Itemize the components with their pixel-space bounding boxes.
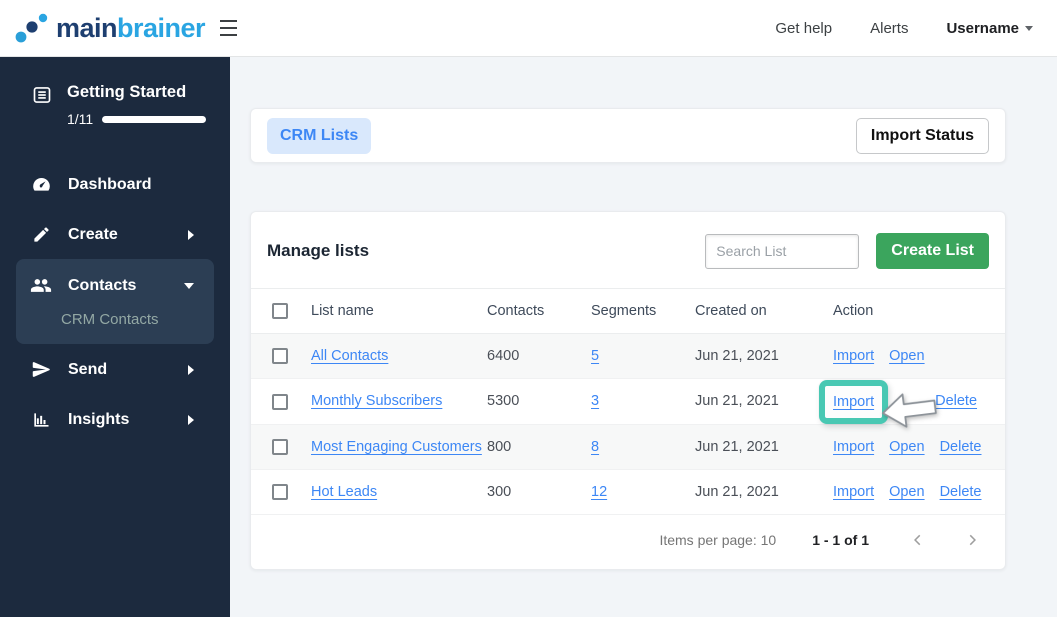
delete-action-link[interactable]: Delete [940, 439, 982, 455]
chevron-down-icon [1025, 25, 1033, 31]
username-menu[interactable]: Username [946, 20, 1033, 37]
alerts-link[interactable]: Alerts [870, 20, 908, 37]
open-action-link[interactable]: Open [889, 439, 924, 455]
created-on-date: Jun 21, 2021 [695, 378, 833, 425]
created-on-date: Jun 21, 2021 [695, 424, 833, 470]
get-help-link[interactable]: Get help [775, 20, 832, 37]
contacts-count: 300 [487, 469, 591, 515]
previous-page-button[interactable] [911, 533, 925, 547]
progress-count: 1/11 [67, 111, 94, 127]
table-row: Most Engaging Customers 800 8 Jun 21, 2021 I… [251, 424, 1005, 470]
sidebar-item-label: Dashboard [68, 175, 152, 193]
table-row: Monthly Subscribers 5300 3 Jun 21, 2021 Impo… [251, 378, 1005, 428]
list-name-link[interactable]: Hot Leads [311, 484, 377, 500]
pagination: Items per page: 10 1 - 1 of 1 [251, 515, 1005, 569]
row-checkbox[interactable] [272, 393, 288, 410]
select-all-checkbox[interactable] [272, 303, 288, 320]
next-page-button[interactable] [965, 533, 979, 547]
list-name-link[interactable]: All Contacts [311, 348, 388, 364]
sidebar-nav: Dashboard Create Contacts CRM Contacts S… [0, 159, 230, 445]
sidebar-item-insights[interactable]: Insights [0, 395, 230, 445]
create-list-button[interactable]: Create List [876, 233, 989, 269]
getting-started-label: Getting Started [67, 83, 187, 101]
segments-count-link[interactable]: 12 [591, 484, 607, 500]
pencil-icon [30, 225, 52, 244]
tab-crm-lists[interactable]: CRM Lists [267, 117, 372, 154]
chevron-right-icon [188, 415, 194, 425]
action-cell: Import Open [833, 333, 1005, 380]
hamburger-menu-icon[interactable] [220, 20, 242, 36]
import-action-link[interactable]: Import [833, 484, 874, 500]
table-row: Hot Leads 300 12 Jun 21, 2021 Import Open Dele… [251, 469, 1005, 515]
sidebar-item-label: Contacts [68, 276, 137, 294]
sidebar-item-label: Send [68, 360, 108, 378]
search-list-input[interactable] [705, 233, 860, 269]
sidebar-item-contacts[interactable]: Contacts [16, 259, 214, 307]
table-row: All Contacts 6400 5 Jun 21, 2021 Import Open [251, 333, 1005, 380]
action-cell: Import Delete [819, 378, 1005, 428]
logo-text: mainbrainer [56, 12, 206, 43]
open-action-link[interactable]: Open [889, 348, 924, 364]
created-on-date: Jun 21, 2021 [695, 469, 833, 515]
main-content: CRM Lists Import Status Manage lists Cre… [230, 57, 1057, 617]
progress-bar [102, 115, 207, 123]
open-action-link[interactable]: Open [889, 484, 924, 500]
created-on-date: Jun 21, 2021 [695, 333, 833, 380]
list-name-link[interactable]: Monthly Subscribers [311, 393, 442, 409]
column-header-action: Action [833, 287, 1005, 335]
manage-lists-card: Manage lists Create List List name Conta… [250, 211, 1006, 570]
sidebar-item-crm-contacts[interactable]: CRM Contacts [16, 307, 214, 344]
segments-count-link[interactable]: 3 [591, 393, 599, 409]
manage-lists-title: Manage lists [267, 241, 370, 260]
segments-count-link[interactable]: 8 [591, 439, 599, 455]
sidebar-item-label: Insights [68, 411, 130, 428]
row-checkbox[interactable] [272, 348, 288, 365]
contacts-count: 6400 [487, 333, 591, 380]
import-highlight-box: Import [819, 379, 937, 428]
list-name-link[interactable]: Most Engaging Customers [311, 439, 482, 455]
column-header-segments: Segments [591, 287, 695, 335]
delete-action-link[interactable]: Delete [935, 393, 977, 409]
row-checkbox[interactable] [272, 483, 288, 500]
import-action-link[interactable]: Import [833, 439, 874, 455]
getting-started[interactable]: Getting Started 1/11 [0, 57, 230, 137]
column-header-list-name: List name [311, 287, 487, 335]
lists-table: List name Contacts Segments Created on A… [251, 287, 1005, 515]
checklist-icon [32, 85, 52, 127]
crm-lists-toolbar: CRM Lists Import Status [250, 108, 1006, 163]
logo: mainbrainer [0, 11, 208, 45]
people-icon [30, 274, 52, 297]
action-cell: Import Open Delete [833, 469, 1005, 515]
bar-chart-icon [30, 410, 52, 430]
sidebar: Getting Started 1/11 Dashboard Create Co… [0, 57, 230, 617]
top-header: mainbrainer Get help Alerts Username [0, 0, 1057, 57]
contacts-count: 800 [487, 424, 591, 470]
contacts-count: 5300 [487, 378, 591, 425]
top-nav: Get help Alerts Username [775, 20, 1057, 37]
import-action-link[interactable]: Import [833, 348, 874, 364]
import-status-button[interactable]: Import Status [855, 117, 989, 154]
column-header-contacts: Contacts [487, 287, 591, 335]
chevron-down-icon [184, 282, 194, 289]
sidebar-item-send[interactable]: Send [0, 344, 230, 395]
logo-dots-icon [15, 13, 48, 43]
import-action-link[interactable]: Import [833, 394, 874, 410]
delete-action-link[interactable]: Delete [940, 484, 982, 500]
table-header-row: List name Contacts Segments Created on A… [251, 287, 1005, 335]
paper-plane-icon [30, 359, 52, 380]
items-per-page-label: Items per page: 10 [659, 531, 777, 548]
list-table-body: All Contacts 6400 5 Jun 21, 2021 Import Open M… [251, 333, 1005, 515]
gauge-icon [30, 174, 52, 195]
sidebar-item-label: Create [68, 225, 118, 243]
page-range-label: 1 - 1 of 1 [812, 531, 869, 548]
column-header-created-on: Created on [695, 287, 833, 335]
row-checkbox[interactable] [272, 438, 288, 455]
sidebar-item-create[interactable]: Create [0, 210, 230, 259]
segments-count-link[interactable]: 5 [591, 348, 599, 364]
sidebar-item-dashboard[interactable]: Dashboard [0, 159, 230, 210]
chevron-right-icon [188, 364, 194, 375]
sidebar-contacts-group: Contacts CRM Contacts [16, 259, 214, 344]
action-cell: Import Open Delete [833, 424, 1005, 470]
chevron-right-icon [188, 229, 194, 240]
